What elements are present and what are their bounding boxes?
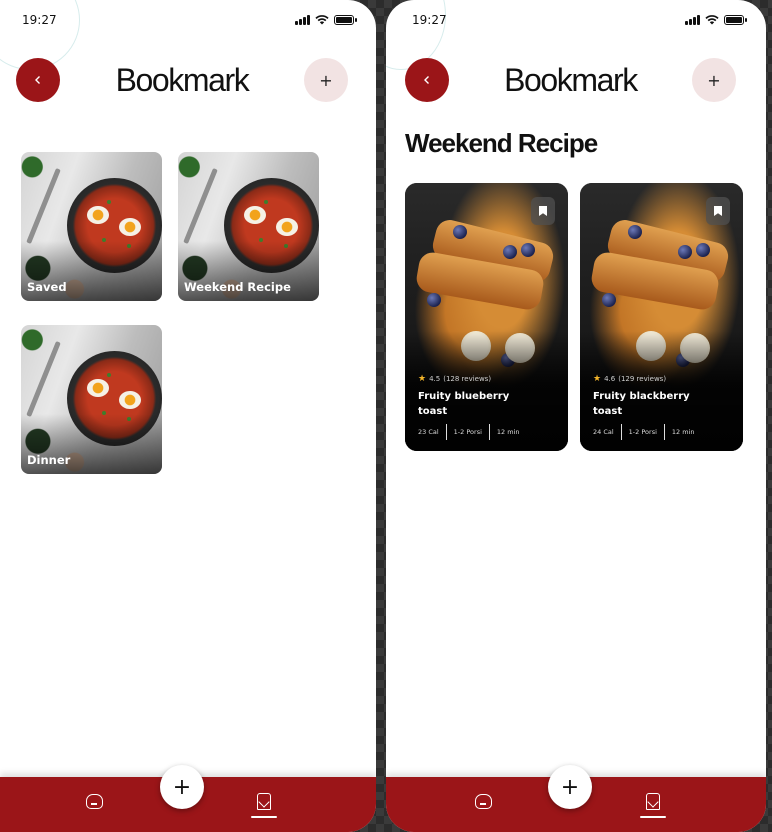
signal-icon: [295, 15, 310, 25]
home-icon[interactable]: [473, 791, 493, 811]
egg: [119, 218, 141, 236]
add-button[interactable]: +: [691, 58, 736, 102]
egg: [276, 218, 298, 236]
blueberry: [503, 245, 517, 259]
blackberry: [678, 245, 692, 259]
folder-card-saved[interactable]: Saved: [21, 152, 162, 301]
status-icons: [685, 15, 747, 25]
folder-label: Weekend Recipe: [184, 280, 291, 294]
recipe-time: 12 min: [488, 424, 527, 440]
page-title: Bookmark: [504, 61, 638, 98]
bookmark-icon[interactable]: [254, 791, 274, 811]
star-icon: ★: [593, 374, 602, 384]
recipe-card[interactable]: ★ 4.5 (128 reviews) Fruity blueberry toa…: [405, 183, 568, 451]
folder-label: Dinner: [27, 453, 71, 467]
add-button[interactable]: +: [303, 58, 348, 102]
weekend-recipe-screen: 19:27 Bookmark + Weekend Recipe ★ 4.5 (1…: [386, 0, 766, 832]
recipe-meta: 24 Cal 1-2 Porsi 12 min: [593, 424, 702, 440]
status-time: 19:27: [412, 13, 447, 27]
bookmark-icon: [714, 206, 722, 216]
status-icons: [295, 15, 357, 25]
add-fab-button[interactable]: +: [160, 765, 204, 809]
bookmark-icon[interactable]: [643, 791, 663, 811]
section-title: Weekend Recipe: [405, 128, 598, 158]
active-tab-indicator: [251, 816, 277, 818]
wifi-icon: [315, 15, 329, 25]
recipe-meta: 23 Cal 1-2 Porsi 12 min: [418, 424, 527, 440]
folder-card-weekend-recipe[interactable]: Weekend Recipe: [178, 152, 319, 301]
add-fab-button[interactable]: +: [548, 765, 592, 809]
blueberry: [427, 293, 441, 307]
review-count: (128 reviews): [443, 375, 492, 383]
herb: [264, 200, 268, 204]
rating: ★ 4.5 (128 reviews): [418, 374, 491, 384]
bookmark-icon: [539, 206, 547, 216]
back-button[interactable]: [16, 58, 60, 102]
back-button[interactable]: [405, 58, 449, 102]
active-tab-indicator: [640, 816, 666, 818]
bookmark-button[interactable]: [531, 197, 555, 225]
recipe-portion: 1-2 Porsi: [445, 424, 489, 440]
header: Bookmark +: [16, 58, 348, 102]
status-bar: 19:27: [412, 12, 747, 28]
review-count: (129 reviews): [618, 375, 667, 383]
folder-label: Saved: [27, 280, 67, 294]
recipe-time: 12 min: [663, 424, 702, 440]
page-title: Bookmark: [115, 61, 250, 98]
signal-icon: [685, 15, 700, 25]
wifi-icon: [705, 15, 719, 25]
recipe-portion: 1-2 Porsi: [620, 424, 664, 440]
bookmark-folders-screen: 19:27 Bookmark + Saved Weekend Recipe Di…: [0, 0, 376, 832]
folder-card-dinner[interactable]: Dinner: [21, 325, 162, 474]
battery-icon: [334, 15, 357, 25]
rating-value: 4.6: [604, 375, 616, 383]
chevron-left-icon: [424, 76, 429, 84]
blackberry: [602, 293, 616, 307]
recipe-calories: 24 Cal: [593, 428, 614, 436]
rating-value: 4.5: [429, 375, 441, 383]
blueberry: [521, 243, 535, 257]
egg: [87, 379, 109, 397]
recipe-calories: 23 Cal: [418, 428, 439, 436]
status-bar: 19:27: [22, 12, 357, 28]
recipe-card[interactable]: ★ 4.6 (129 reviews) Fruity blackberry to…: [580, 183, 743, 451]
egg: [119, 391, 141, 409]
home-icon[interactable]: [84, 791, 104, 811]
header: Bookmark +: [405, 58, 736, 102]
herb: [107, 373, 111, 377]
blackberry: [628, 225, 642, 239]
blueberry: [453, 225, 467, 239]
rating: ★ 4.6 (129 reviews): [593, 374, 666, 384]
battery-icon: [724, 15, 747, 25]
herb: [107, 200, 111, 204]
status-time: 19:27: [22, 13, 57, 27]
recipe-name: Fruity blackberry toast: [593, 391, 690, 417]
egg: [244, 206, 266, 224]
recipe-name: Fruity blueberry toast: [418, 391, 510, 417]
chevron-left-icon: [35, 76, 40, 84]
bookmark-button[interactable]: [706, 197, 730, 225]
star-icon: ★: [418, 374, 427, 384]
egg: [87, 206, 109, 224]
blackberry: [696, 243, 710, 257]
